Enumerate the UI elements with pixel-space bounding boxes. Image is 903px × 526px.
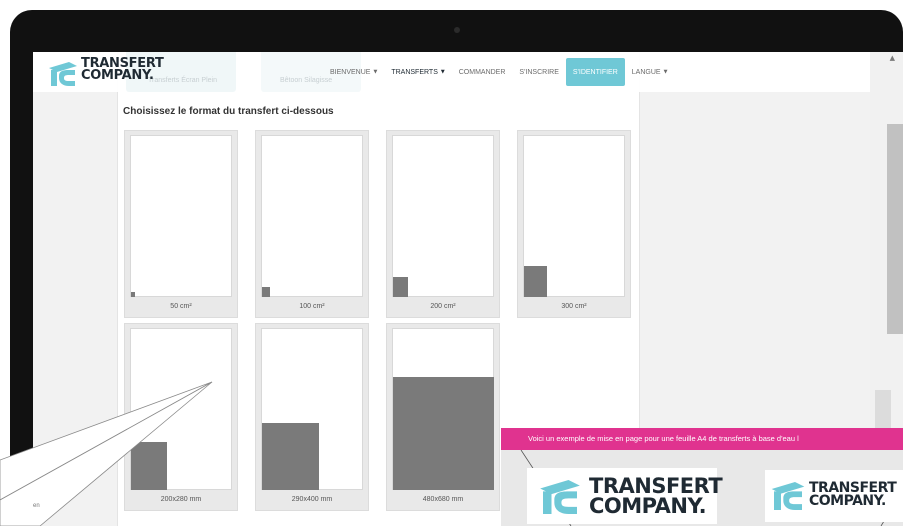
corner-text: en (33, 503, 40, 509)
laptop-frame: Transferts Écran Plein Bêtoon Silagisse … (0, 0, 903, 526)
popup-header: Voici un exemple de mise en page pour un… (501, 428, 903, 450)
example-popup: Voici un exemple de mise en page pour un… (501, 428, 903, 526)
logo-mark-icon (771, 482, 805, 510)
logo-mark-icon (540, 480, 580, 514)
logo-line-2: COMPANY. (589, 493, 707, 518)
popup-logo-wordmark: TRANSFERT COMPANY. (809, 481, 897, 510)
popup-logo-small: TRANSFERT COMPANY. (765, 470, 903, 522)
popup-logo-large: TRANSFERT COMPANY. (527, 468, 723, 524)
logo-line-2: COMPANY. (809, 493, 886, 510)
popup-logo-wordmark: TRANSFERT COMPANY. (589, 476, 723, 518)
popup-body: TRANSFERT COMPANY. TRANSFERT COMPANY. (501, 450, 903, 526)
